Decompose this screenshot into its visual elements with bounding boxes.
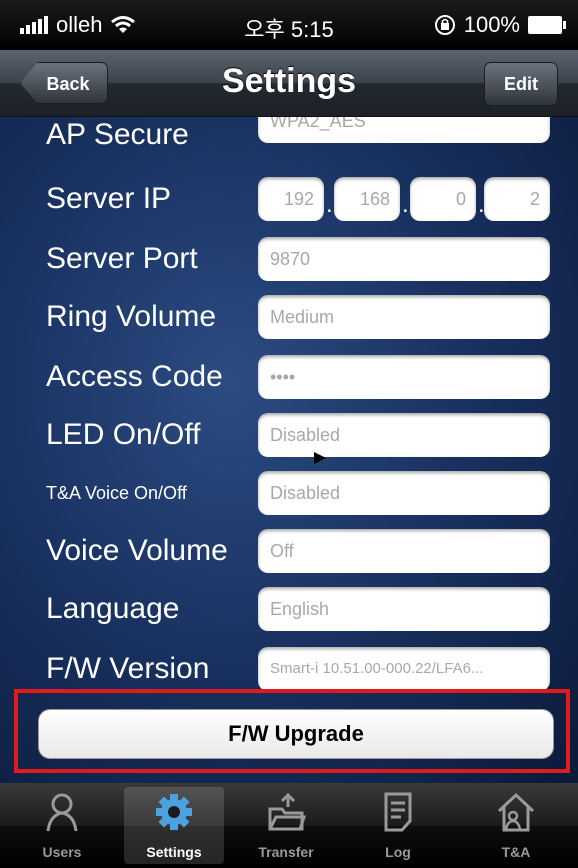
server-port-field[interactable]: 9870: [258, 237, 550, 281]
upgrade-highlight: F/W Upgrade: [14, 689, 570, 773]
tab-bar: Users Settings Transfer Log T&A: [0, 783, 578, 868]
language-label: Language: [46, 592, 180, 625]
led-label: LED On/Off: [46, 418, 201, 451]
server-port-label: Server Port: [46, 242, 198, 275]
tab-settings-label: Settings: [146, 844, 202, 860]
tab-transfer-label: Transfer: [258, 844, 314, 860]
ip-separator: .: [326, 191, 333, 218]
server-ip-octet-3[interactable]: 0: [410, 177, 476, 221]
tab-transfer[interactable]: Transfer: [236, 787, 336, 864]
voice-volume-field[interactable]: Off: [258, 529, 550, 573]
ring-volume-label: Ring Volume: [46, 300, 217, 333]
ta-voice-field[interactable]: Disabled: [258, 471, 550, 515]
status-right: 100%: [434, 12, 566, 38]
setting-row-server-port: Server Port 9870: [0, 231, 578, 287]
gear-icon: [156, 794, 192, 830]
fw-version-field[interactable]: Smart-i 10.51.00-000.22/LFA6...: [258, 647, 550, 691]
battery-percent: 100%: [463, 12, 520, 37]
server-ip-label: Server IP: [46, 182, 172, 215]
setting-row-led: LED On/Off Disabled: [0, 407, 578, 463]
ap-secure-label: AP Secure: [46, 118, 189, 151]
ip-separator: .: [402, 191, 409, 218]
tab-ta[interactable]: T&A: [466, 787, 566, 864]
transfer-icon: [268, 792, 306, 831]
led-field[interactable]: Disabled: [258, 413, 550, 457]
language-field[interactable]: English: [258, 587, 550, 631]
setting-row-ta-voice: T&A Voice On/Off Disabled: [0, 465, 578, 521]
voice-volume-label: Voice Volume: [46, 534, 228, 567]
rotation-lock-icon: [434, 15, 455, 35]
tab-log-label: Log: [385, 844, 411, 860]
tab-settings[interactable]: Settings: [124, 787, 224, 864]
ta-voice-label: T&A Voice On/Off: [46, 483, 187, 503]
access-code-field[interactable]: ••••: [258, 355, 550, 399]
users-icon: [46, 793, 78, 832]
server-ip-octet-4[interactable]: 2: [484, 177, 550, 221]
access-code-label: Access Code: [46, 360, 223, 393]
ring-volume-field[interactable]: Medium: [258, 295, 550, 339]
tab-users[interactable]: Users: [12, 787, 112, 864]
battery-icon: [528, 16, 566, 34]
ap-secure-field[interactable]: WPA2_AES: [258, 117, 550, 143]
setting-row-ring-volume: Ring Volume Medium: [0, 289, 578, 345]
server-ip-octet-2[interactable]: 168: [334, 177, 400, 221]
setting-row-server-ip: Server IP 192 . 168 . 0 . 2: [0, 171, 578, 227]
log-icon: [384, 792, 412, 832]
tab-log[interactable]: Log: [348, 787, 448, 864]
setting-row-access-code: Access Code ••••: [0, 349, 578, 405]
status-bar: olleh 오후 5:15 100%: [0, 0, 578, 50]
setting-row-ap-secure: AP Secure WPA2_AES: [0, 117, 578, 163]
home-person-icon: [497, 792, 535, 832]
tab-ta-label: T&A: [501, 844, 531, 860]
server-ip-octet-1[interactable]: 192: [258, 177, 324, 221]
navigation-bar: Back Settings Edit: [0, 50, 578, 117]
edit-button[interactable]: Edit: [484, 62, 558, 106]
mouse-cursor-icon: [314, 452, 326, 464]
setting-row-voice-volume: Voice Volume Off: [0, 523, 578, 579]
fw-upgrade-button[interactable]: F/W Upgrade: [38, 709, 554, 759]
settings-list[interactable]: AP Secure WPA2_AES Server IP 192 . 168 .…: [0, 117, 578, 783]
setting-row-language: Language English: [0, 581, 578, 637]
tab-users-label: Users: [42, 844, 82, 860]
